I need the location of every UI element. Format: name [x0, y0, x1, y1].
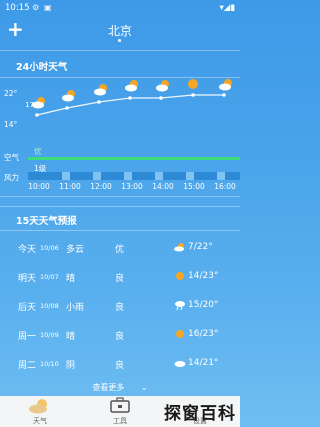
hourly-temp-chart	[32, 79, 232, 117]
forecast-row[interactable]: 周一 10/09 晴 良 16/23°	[0, 323, 240, 347]
day-aqi: 良	[115, 332, 125, 342]
chevron-down-icon: ⌄	[140, 383, 148, 392]
day-temp: 14/21°	[188, 358, 219, 368]
day-aqi: 良	[115, 303, 125, 313]
day-date: 10/08	[40, 302, 59, 310]
tab-tools[interactable]: 工具	[80, 396, 160, 427]
forecast-row[interactable]: 今天 10/06 多云 优 7/22°	[0, 236, 240, 260]
day-name: 明天	[18, 274, 37, 284]
temp-point	[97, 100, 101, 104]
cloud-sun-icon	[219, 79, 232, 91]
day-temp: 7/22°	[188, 242, 213, 252]
hour-label: 10:00	[28, 182, 50, 191]
divider	[0, 196, 240, 197]
day-aqi: 良	[115, 274, 125, 284]
cloud-sun-icon	[125, 80, 138, 92]
day-weather: 阴	[66, 361, 76, 371]
day-date: 10/07	[40, 273, 59, 281]
page-indicator-dot	[118, 39, 121, 42]
wind-segment	[186, 172, 194, 180]
forecast-row[interactable]: 周二 10/10 阴 良 14/21°	[0, 352, 240, 376]
day-name: 周一	[18, 332, 37, 342]
aqi-value: 优	[34, 147, 42, 156]
tab-label: 工具	[113, 417, 127, 425]
forecast-row[interactable]: 明天 10/07 晴 良 14/23°	[0, 265, 240, 289]
hour-label: 16:00	[214, 182, 236, 191]
temp-point	[222, 93, 226, 97]
see-more-label: 查看更多	[92, 383, 125, 392]
sun-icon	[176, 272, 184, 280]
cloud-sun-icon	[94, 84, 107, 96]
watermark-text: 探窗百科	[164, 404, 236, 424]
wind-row-label: 风力	[4, 173, 19, 182]
day-date: 10/10	[40, 360, 59, 368]
bottom-tab-bar: 天气 工具 设置 探窗百科	[0, 396, 240, 427]
forecast-title: 15天天气预报	[16, 216, 77, 227]
cloud-sun-icon	[29, 399, 47, 414]
day-aqi: 良	[115, 361, 125, 371]
day-temp: 14/23°	[188, 271, 219, 281]
wind-segment	[93, 172, 101, 180]
day-date: 10/06	[40, 244, 59, 252]
sun-icon	[176, 330, 184, 338]
cloud-sun-icon	[32, 97, 45, 109]
hour-label: 14:00	[152, 182, 174, 191]
day-weather: 小雨	[66, 303, 85, 313]
day-name: 后天	[18, 303, 37, 313]
divider	[0, 206, 240, 207]
wind-segment	[155, 172, 163, 180]
day-name: 周二	[18, 361, 37, 371]
day-temp: 16/23°	[188, 329, 219, 339]
aqi-row-label: 空气	[4, 153, 19, 162]
aqi-bar	[28, 157, 240, 160]
cloud-sun-icon	[62, 90, 75, 102]
temp-point	[128, 96, 132, 100]
day-weather: 多云	[66, 245, 85, 255]
cloud-sun-icon	[174, 243, 184, 252]
wind-bar	[28, 172, 240, 180]
hourly-title: 24小时天气	[16, 62, 68, 73]
divider	[0, 230, 240, 231]
see-more-button[interactable]: 查看更多 ⌄	[0, 382, 240, 393]
hour-label: 15:00	[183, 182, 205, 191]
toolbox-icon	[110, 397, 130, 413]
day-name: 今天	[18, 245, 37, 255]
sun-icon	[188, 79, 198, 89]
hour-label: 13:00	[121, 182, 143, 191]
cloud-sun-icon	[156, 80, 169, 92]
divider	[0, 50, 240, 51]
day-weather: 晴	[66, 274, 76, 284]
tab-label: 天气	[33, 417, 47, 425]
status-bar: 10:15 ⚙ ▣ ▾◢▮	[0, 0, 240, 18]
temp-point	[35, 113, 39, 117]
hour-label: 11:00	[59, 182, 81, 191]
cloud-icon	[174, 361, 186, 367]
day-weather: 晴	[66, 332, 76, 342]
day-aqi: 优	[115, 245, 125, 255]
temp-point	[65, 106, 69, 110]
day-temp: 15/20°	[188, 300, 219, 310]
rain-icon	[175, 301, 185, 310]
wind-segment	[62, 172, 70, 180]
notification-icon: ⚙	[32, 3, 40, 12]
notification-icon: ▣	[44, 3, 52, 12]
signal-battery-icon: ▾◢▮	[219, 3, 235, 13]
forecast-row[interactable]: 后天 10/08 小雨 良 15/20°	[0, 294, 240, 318]
temp-point	[159, 96, 163, 100]
temp-point	[191, 93, 195, 97]
status-time: 10:15	[5, 3, 30, 13]
tab-weather[interactable]: 天气	[0, 396, 80, 427]
wind-segment	[124, 172, 132, 180]
hour-label: 12:00	[90, 182, 112, 191]
top-bar: + 北京	[0, 18, 240, 44]
city-title[interactable]: 北京	[0, 22, 240, 39]
day-date: 10/09	[40, 331, 59, 339]
wind-segment	[217, 172, 225, 180]
